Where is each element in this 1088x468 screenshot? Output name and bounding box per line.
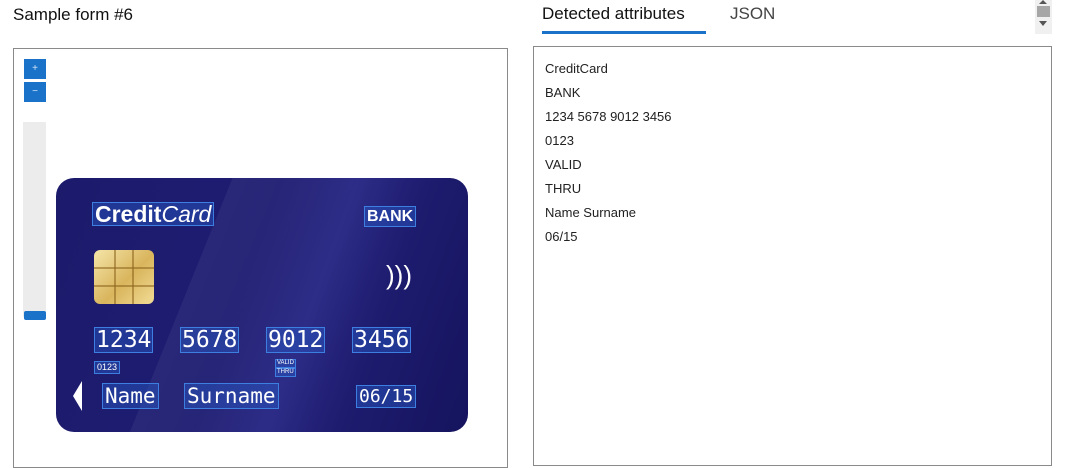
attribute-list: CreditCard BANK 1234 5678 9012 3456 0123… [545,57,672,249]
attribute-item: CreditCard [545,61,608,76]
card-thru-label-field[interactable]: THRU [275,368,296,377]
scroll-up-icon[interactable] [1039,0,1047,4]
attribute-item: 06/15 [545,229,578,244]
arrow-left-icon [73,381,82,411]
card-number-group-4[interactable]: 3456 [352,327,412,353]
scroll-down-icon[interactable] [1039,21,1047,26]
scrollbar-thumb[interactable] [1037,6,1050,17]
card-number-group-2[interactable]: 5678 [180,327,240,353]
page-title: Sample form #6 [13,5,133,24]
attribute-item: 0123 [545,133,574,148]
chip-icon [94,250,154,304]
card-brand-bold: Credit [95,201,162,227]
attribute-item: Name Surname [545,205,637,220]
card-bank-field[interactable]: BANK [364,206,417,227]
card-holder-surname-field[interactable]: Surname [184,383,279,409]
attribute-item: 1234 5678 9012 3456 [545,109,672,124]
attribute-item: VALID [545,157,582,172]
zoom-slider-thumb[interactable] [24,311,46,320]
card-brand-italic: Card [161,201,212,227]
card-valid-label-field[interactable]: VALID [275,359,296,368]
card-number-group-1[interactable]: 1234 [94,327,154,353]
zoom-out-button[interactable]: − [24,82,46,102]
zoom-slider-track[interactable] [23,122,46,317]
tab-detected-attributes[interactable]: Detected attributes [542,4,685,24]
card-number-group-3[interactable]: 9012 [266,327,326,353]
card-expiry-field[interactable]: 06/15 [356,385,417,408]
credit-card-image: CreditCard BANK ))) 1234 5678 9012 3456 … [56,178,468,432]
contactless-icon: ))) [386,260,412,290]
zoom-in-button[interactable]: + [24,59,46,79]
detected-attributes-panel: CreditCard BANK 1234 5678 9012 3456 0123… [533,46,1052,466]
active-tab-indicator [542,31,706,34]
card-brand-field[interactable]: CreditCard [92,201,215,227]
card-small-code-field[interactable]: 0123 [94,361,121,374]
attribute-item: BANK [545,85,581,100]
card-holder-first-name-field[interactable]: Name [102,383,159,409]
page-scrollbar[interactable] [1035,0,1052,34]
tab-json[interactable]: JSON [730,4,775,24]
image-viewer-panel[interactable]: + − CreditCard BANK ))) 1234 5678 9012 3… [13,48,508,468]
attribute-item: THRU [545,181,582,196]
